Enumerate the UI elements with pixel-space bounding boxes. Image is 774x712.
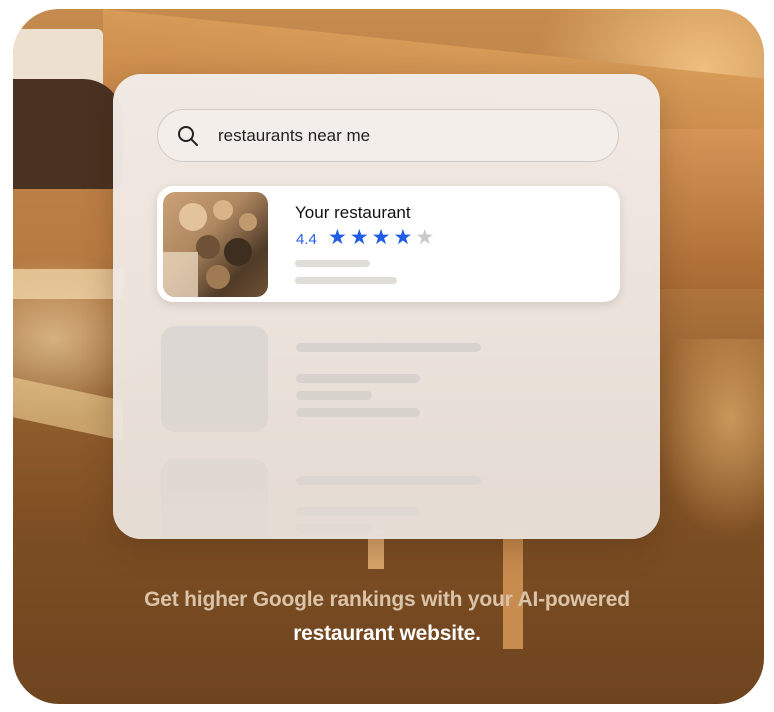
star-rating: ★ ★ ★ ★ ★ xyxy=(328,227,434,248)
placeholder-line xyxy=(296,524,372,533)
placeholder-result-thumb xyxy=(161,326,268,432)
restaurant-name: Your restaurant xyxy=(295,203,411,222)
restaurant-photo xyxy=(163,192,268,297)
search-bar[interactable]: restaurants near me xyxy=(157,109,619,162)
table-right-edge xyxy=(653,129,764,289)
placeholder-result-thumb xyxy=(161,459,268,539)
result-card-your-restaurant[interactable]: Your restaurant 4.4 ★ ★ ★ ★ ★ xyxy=(157,186,620,302)
placeholder-line xyxy=(295,260,370,267)
star-filled-icon: ★ xyxy=(393,226,413,249)
rating-value: 4.4 xyxy=(296,231,317,248)
placeholder-line xyxy=(296,374,420,383)
placeholder-line xyxy=(296,391,372,400)
placeholder-line xyxy=(295,277,397,284)
search-icon xyxy=(178,126,198,146)
tagline-line-2: restaurant website. xyxy=(293,622,481,645)
placeholder-line xyxy=(296,507,420,516)
search-results-panel: restaurants near me Your restaurant 4.4 … xyxy=(113,74,660,539)
floor-light-left2 xyxy=(13,377,123,441)
search-query-text: restaurants near me xyxy=(218,126,371,145)
placeholder-line xyxy=(296,343,481,352)
star-filled-icon: ★ xyxy=(328,226,347,249)
tagline-line-1: Get higher Google rankings with your AI-… xyxy=(144,588,630,611)
floor-light-left xyxy=(13,269,123,299)
floor-light-right xyxy=(653,339,764,539)
star-filled-icon: ★ xyxy=(349,226,369,249)
star-empty-icon: ★ xyxy=(415,226,435,249)
chair-back xyxy=(13,79,123,189)
placeholder-line xyxy=(296,408,420,417)
restaurant-photo-illustration xyxy=(163,200,257,297)
star-filled-icon: ★ xyxy=(371,226,391,249)
placeholder-line xyxy=(296,476,481,485)
